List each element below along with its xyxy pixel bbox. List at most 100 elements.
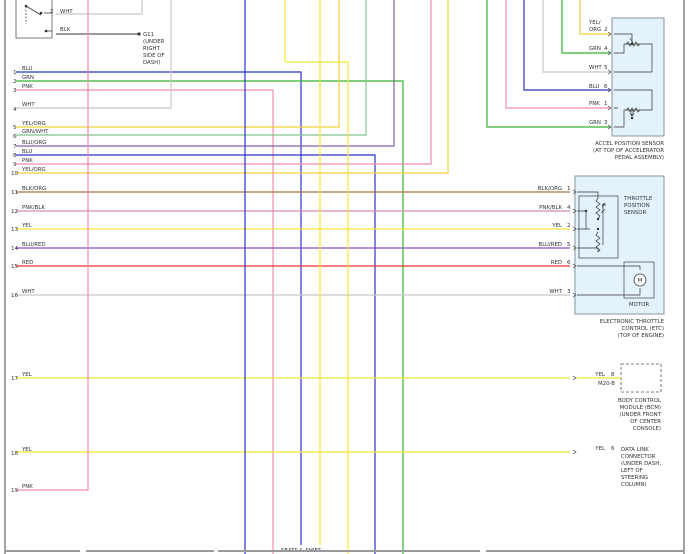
- pin-4-number: 4: [13, 107, 17, 113]
- g11-desc-1: (UNDER: [143, 39, 165, 45]
- etc-pin-4-wire: PNK/BLK: [539, 205, 562, 211]
- pin-6-wire: GRN/WHT: [22, 129, 49, 135]
- accel-pin-3-number: 3: [604, 120, 608, 126]
- switch-wire-blk: BLK: [60, 27, 71, 33]
- accel-pin-6-wire: BLU: [589, 84, 599, 90]
- motor-icon: M: [638, 278, 643, 284]
- bcm-caption-2: MODULE (BCM): [620, 405, 661, 411]
- pin-8-wire: BLU: [22, 149, 32, 155]
- wiring-diagram: 2 WHT BLK G11 (UNDER RIGHT SIDE OF DASH): [4, 0, 685, 554]
- pin-2-wire: GRN: [22, 75, 34, 81]
- motor-label: MOTOR: [629, 302, 649, 308]
- accel-pin-6-number: 6: [604, 84, 608, 90]
- etc-pin-6-number: 6: [567, 260, 571, 266]
- ground-g11-dot: [137, 32, 141, 36]
- etc-caption-2: CONTROL (ETC): [622, 326, 664, 332]
- dlc-caption-5: STEERING: [621, 475, 648, 481]
- dlc-pin-number: 6: [611, 446, 615, 452]
- accel-pin-5-number: 5: [604, 65, 608, 71]
- pin-5-wire: YEL/ORG: [21, 121, 46, 127]
- g11-label: G11: [143, 32, 154, 38]
- accel-pin-5-wire: WHT: [589, 65, 602, 71]
- etc-pin-3-number: 3: [567, 289, 571, 295]
- dlc-caption-6: COLUMN): [621, 482, 646, 488]
- pin-5-number: 5: [13, 125, 17, 131]
- accel-caption-3: PEDAL ASSEMBLY): [615, 155, 664, 161]
- pin-1-number: 1: [13, 70, 17, 76]
- data-link-connector: [572, 449, 577, 455]
- pin-18-wire: YEL: [21, 447, 32, 453]
- dlc-caption-1: DATA LINK: [621, 447, 649, 453]
- accel-pin-4-wire: GRN: [589, 46, 601, 52]
- left-connector: 1 BLU 2 GRN 3 PNK 4 WHT 5 YEL/ORG 6 GRN/…: [11, 66, 49, 494]
- etc-pin-1-wire: BLK/ORG: [538, 186, 562, 192]
- accel-pin-3-wire: GRN: [589, 120, 601, 126]
- pin-19-number: 19: [11, 488, 19, 494]
- wire-vert-yel-b: [285, 61, 349, 554]
- etc-pin-2-wire: YEL: [551, 223, 562, 229]
- pin-10-number: 10: [11, 171, 19, 177]
- pin-8-number: 8: [13, 153, 17, 159]
- wire-pin9: [16, 0, 432, 165]
- pin-11-wire: BLK/ORG: [22, 186, 46, 192]
- pin-10-wire: YEL/ORG: [21, 167, 46, 173]
- etc-pin-1-number: 1: [567, 186, 571, 192]
- dlc-caption-2: CONNECTOR: [621, 454, 656, 460]
- bcm-caption-3: (UNDER FRONT: [619, 412, 661, 418]
- pin-14-wire: BLU/RED: [22, 242, 46, 248]
- dlc-caption-4: LEFT OF: [621, 468, 643, 474]
- bcm-wire: YEL: [594, 372, 605, 378]
- accel-pin-2-wire-a: YEL/: [588, 20, 601, 26]
- switch-pin-2: 2: [50, 9, 54, 15]
- g11-desc-3: SIDE OF: [143, 53, 165, 59]
- wire-pin10: [16, 0, 449, 174]
- g11-desc-2: RIGHT: [143, 46, 161, 52]
- pin-12-wire: PNK/BLK: [22, 205, 45, 211]
- pin-16-number: 16: [11, 293, 19, 299]
- etc-pin-2-number: 2: [567, 223, 571, 229]
- accel-caption-2: (AT TOP OF ACCELERATOR: [593, 148, 664, 154]
- pin-17-wire: YEL: [21, 372, 32, 378]
- wire-pin1: [16, 71, 302, 554]
- ground-switch: [15, 0, 53, 39]
- wire-pin8: [16, 154, 376, 554]
- dlc-caption-3: (UNDER DASH,: [621, 461, 661, 467]
- body-control-module: [572, 363, 662, 393]
- bcm-caption-5: CONSOLE): [633, 426, 661, 432]
- bcm-pin-number: 8: [611, 372, 615, 378]
- pin-15-wire: RED: [22, 260, 33, 266]
- tps-label-1: THROTTLE: [623, 196, 653, 202]
- accel-position-sensor: [607, 17, 665, 137]
- bcm-caption-4: OF CENTER: [630, 419, 661, 425]
- wire-pin7: [16, 0, 395, 147]
- pin-7-number: 7: [13, 144, 17, 150]
- pin-3-number: 3: [13, 88, 17, 94]
- accel-wire-pnk1: [505, 0, 610, 109]
- pin-17-number: 17: [11, 376, 19, 382]
- etc-pin-6-wire: RED: [551, 260, 562, 266]
- g11-desc-4: DASH): [143, 60, 160, 66]
- tps-label-3: SENSOR: [624, 210, 647, 216]
- pin-13-number: 13: [11, 227, 19, 233]
- etc-pin-5-number: 5: [567, 242, 571, 248]
- pin-9-number: 9: [13, 162, 17, 168]
- pin-14-number: 14: [11, 246, 19, 252]
- etc-caption-1: ELECTRONIC THROTTLE: [600, 319, 665, 325]
- pin-19-wire: PNK: [22, 484, 33, 490]
- bcm-caption-1: BODY CONTROL: [618, 398, 661, 404]
- accel-wire-blu6: [523, 0, 610, 91]
- pin-18-number: 18: [11, 451, 19, 457]
- etc-pin-3-wire: WHT: [549, 289, 562, 295]
- accel-pin-4-number: 4: [604, 46, 608, 52]
- wire-pin2: [16, 80, 404, 554]
- accel-wire-grn4: [561, 0, 610, 54]
- pin-13-wire: YEL: [21, 223, 32, 229]
- etc-caption-3: (TOP OF ENGINE): [618, 333, 664, 339]
- pin-1-wire: BLU: [22, 66, 32, 72]
- pin-7-wire: BLU/ORG: [22, 140, 46, 146]
- pin-15-number: 15: [11, 264, 19, 270]
- pin-4-wire: WHT: [22, 102, 35, 108]
- dlc-wire: YEL: [594, 446, 605, 452]
- accel-pin-2-wire-b: ORG: [589, 27, 601, 33]
- wire-pin6: [16, 0, 367, 136]
